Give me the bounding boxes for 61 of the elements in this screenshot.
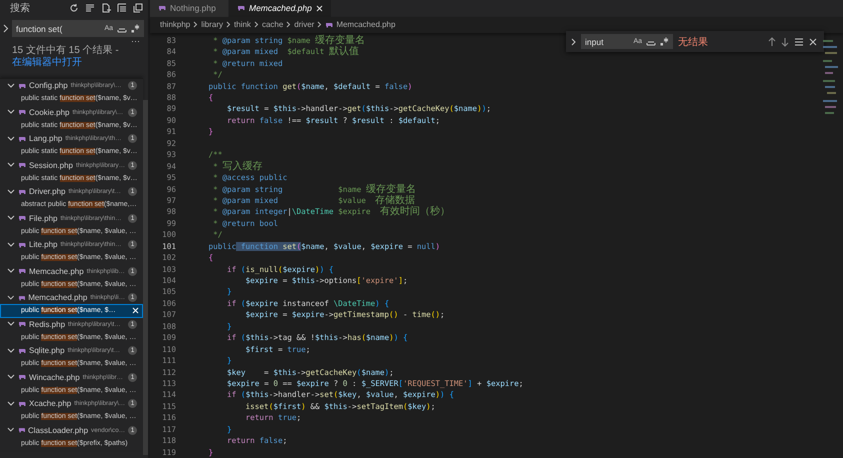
chevron-icon[interactable] [7,109,15,116]
arrow-up-icon[interactable] [768,36,776,46]
file-name: ClassLoader.php [28,426,88,435]
copy-icon[interactable] [133,3,143,13]
chevron-icon[interactable] [7,348,15,354]
selection-lines-icon[interactable] [794,38,804,46]
breadcrumb-item[interactable]: library [201,20,224,30]
scrollbar[interactable] [143,100,148,455]
chevron-icon [286,21,292,28]
close-icon[interactable] [809,38,817,46]
chevron-icon [254,21,259,28]
open-in-editor-link[interactable]: 在编辑器中打开 [12,57,82,68]
breadcrumb-item[interactable]: driver [294,20,314,30]
file-name: Memcache.php [29,266,84,276]
regex-icon[interactable] [660,37,669,46]
breadcrumb-item[interactable]: Memcached.php [336,20,396,30]
chevron-icon[interactable] [7,427,14,434]
chevron-icon[interactable] [7,400,15,407]
close-icon[interactable] [316,4,323,12]
chevron-icon[interactable] [7,374,15,380]
results-message: 15 文件中有 15 个结果 - 在编辑器中打开 [11,45,120,69]
chevron-icon[interactable] [7,162,15,168]
regex-icon[interactable] [131,24,140,33]
new-file-icon[interactable] [101,3,111,13]
find-status: 无结果 [678,36,708,48]
file-name: Lang.php [29,134,62,144]
breadcrumb-item[interactable]: think [234,20,251,30]
breadcrumb-item[interactable]: thinkphp [160,20,190,30]
file-name: Driver.php [29,187,66,196]
editor-tab[interactable]: Nothing.php [150,0,229,17]
arrow-down-icon[interactable] [781,36,789,46]
file-name: Cookie.php [29,108,70,117]
file-name: Redis.php [29,320,66,329]
file-name: Memcached.php [28,293,88,302]
file-name: Wincache.php [29,372,80,382]
file-name: Config.php [29,81,68,90]
chevron-icon[interactable] [7,242,15,248]
clear-results-icon[interactable] [85,3,95,13]
more-options[interactable]: ··· [131,37,140,45]
chevron-icon[interactable] [7,321,15,328]
file-name: Sqlite.php [29,346,65,356]
chevron-icon[interactable] [7,82,15,89]
chevron-icon[interactable] [7,294,15,301]
file-name: Xcache.php [29,399,72,408]
chevron-icon[interactable] [7,268,15,274]
breadcrumb-item[interactable]: cache [262,20,284,30]
chevron-icon [226,21,232,28]
chevron-icon[interactable] [3,24,9,33]
collapse-icon[interactable] [117,3,127,13]
chevron-icon[interactable] [7,215,15,222]
refresh-icon[interactable] [69,3,79,13]
sidebar-title: 搜索 [10,2,30,15]
file-name: Session.php [28,160,73,170]
chevron-icon [317,21,322,28]
chevron-icon [193,21,198,28]
chevron-icon[interactable] [7,188,15,195]
file-name: Lite.php [29,240,58,250]
chevron-icon[interactable] [7,136,15,142]
chevron-icon[interactable] [571,38,576,46]
editor-tab[interactable]: Memcached.php [229,0,332,17]
file-name: File.php [29,214,58,223]
